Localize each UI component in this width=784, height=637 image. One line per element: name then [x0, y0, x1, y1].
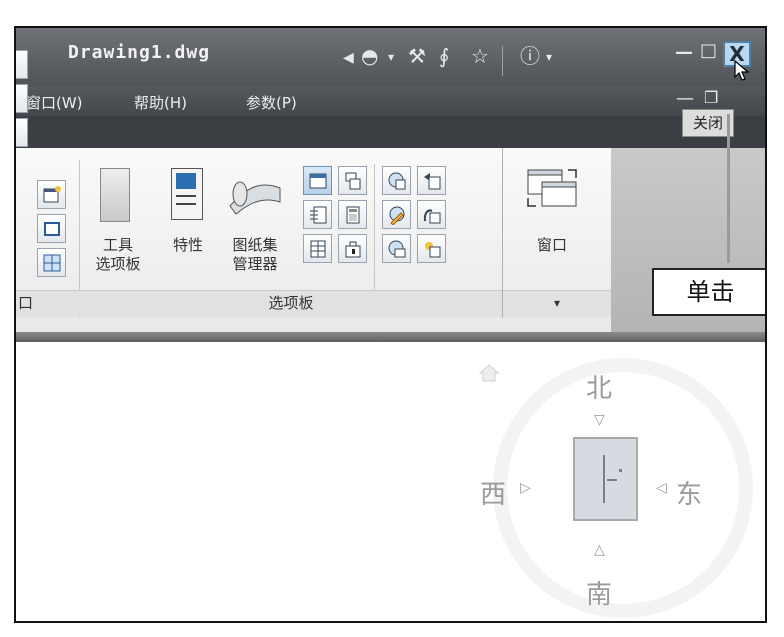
view-button-2[interactable] — [417, 166, 446, 195]
doc-minimize-button[interactable]: — — [676, 88, 694, 109]
design-center-icon — [345, 172, 361, 190]
layer-palette-button[interactable] — [303, 166, 332, 195]
panel-expand-arrow[interactable]: ▾ — [503, 290, 611, 317]
switch-windows-label: 窗口 — [536, 236, 567, 254]
tile-windows-icon — [43, 254, 61, 272]
globe-list-icon — [388, 240, 406, 258]
viewcube-south[interactable]: 南 — [586, 574, 612, 611]
partial-button[interactable] — [16, 84, 28, 113]
click-callout: 单击 — [652, 268, 765, 316]
callout-leader-line — [727, 114, 730, 263]
east-arrow-icon[interactable]: ◁ — [656, 480, 667, 496]
scroll-left-icon[interactable]: ◀ — [343, 46, 354, 70]
menu-item-help[interactable]: 帮助(H) — [134, 92, 187, 113]
dbconnect-button[interactable] — [303, 200, 332, 229]
content-button[interactable] — [338, 234, 367, 263]
menu-item-params[interactable]: 参数(P) — [246, 92, 297, 113]
dropdown-arrow-icon[interactable]: ▾ — [388, 45, 394, 69]
calculator-button[interactable] — [338, 200, 367, 229]
ribbon-separator — [16, 332, 765, 342]
maximize-button[interactable]: □ — [700, 40, 717, 61]
calculator-icon — [346, 206, 360, 224]
view-button-6[interactable] — [417, 234, 446, 263]
view-button-3[interactable] — [382, 200, 411, 229]
toolbar-separator — [502, 46, 503, 76]
list-icon — [310, 206, 327, 224]
viewcube-north[interactable]: 北 — [586, 368, 612, 405]
properties-icon[interactable] — [171, 168, 203, 220]
globe-window-icon — [388, 172, 406, 190]
arrow-window-icon — [424, 173, 441, 190]
grid-icon — [310, 240, 326, 258]
partial-button[interactable] — [16, 118, 28, 147]
help-icon[interactable]: ⓘ — [520, 44, 540, 68]
star-icon[interactable]: ☆ — [471, 44, 489, 68]
wrench-icon[interactable]: ⚒ — [408, 44, 426, 68]
autocad-window: Drawing1.dwg ◀ ◓ ▾ ⚒ ∮ ☆ ⓘ ▾ — □ X 窗口(W)… — [14, 26, 767, 623]
tool-palettes-icon[interactable] — [100, 168, 130, 222]
help-dropdown-icon[interactable]: ▾ — [546, 45, 552, 69]
design-center-button[interactable] — [338, 166, 367, 195]
ribbon-tab-strip — [16, 116, 765, 148]
tool-palettes-label: 工具 选项板 — [95, 236, 141, 273]
view-button-4[interactable] — [417, 200, 446, 229]
tile-button[interactable] — [37, 248, 66, 277]
sheet-set-manager-icon[interactable] — [226, 168, 284, 218]
switch-windows-icon[interactable] — [524, 166, 580, 210]
binoculars-icon[interactable]: ◓ — [361, 44, 378, 68]
viewcube-east[interactable]: 东 — [676, 474, 702, 511]
markup-button[interactable] — [303, 234, 332, 263]
view-button-1[interactable] — [382, 166, 411, 195]
palette-window-icon — [309, 173, 327, 189]
document-title: Drawing1.dwg — [68, 42, 211, 63]
new-window-button[interactable] — [37, 180, 66, 209]
mouse-cursor-icon — [734, 60, 750, 81]
menu-bar: 窗口(W) 帮助(H) 参数(P) — ❐ — [16, 86, 765, 116]
sheet-set-manager-label: 图纸集 管理器 — [232, 236, 278, 273]
panel-title-palettes: 选项板 — [80, 290, 502, 317]
view-button-5[interactable] — [382, 234, 411, 263]
doc-restore-button[interactable]: ❐ — [704, 88, 718, 107]
window-icon — [44, 222, 60, 236]
west-arrow-icon[interactable]: ▷ — [520, 480, 531, 496]
viewcube-face[interactable] — [573, 437, 638, 521]
minimize-button[interactable]: — — [675, 42, 693, 63]
satellite-icon[interactable]: ∮ — [439, 44, 449, 68]
sun-window-icon — [425, 242, 441, 258]
hand-window-icon — [423, 209, 441, 224]
home-icon[interactable] — [478, 363, 500, 383]
menu-item-window[interactable]: 窗口(W) — [26, 92, 83, 113]
north-arrow-icon[interactable]: ▽ — [594, 412, 605, 428]
south-arrow-icon[interactable]: △ — [594, 542, 605, 558]
new-window-icon — [43, 186, 61, 203]
partial-button[interactable] — [16, 50, 28, 79]
panel-divider — [374, 164, 375, 294]
toolbox-icon — [345, 241, 361, 258]
edit-globe-icon — [389, 206, 405, 225]
panel-title-window: 口 — [16, 290, 81, 317]
viewcube-west[interactable]: 西 — [480, 474, 506, 511]
window-button[interactable] — [37, 214, 66, 243]
title-bar: Drawing1.dwg ◀ ◓ ▾ ⚒ ∮ ☆ ⓘ ▾ — □ X — [16, 28, 765, 86]
properties-label: 特性 — [172, 236, 203, 254]
